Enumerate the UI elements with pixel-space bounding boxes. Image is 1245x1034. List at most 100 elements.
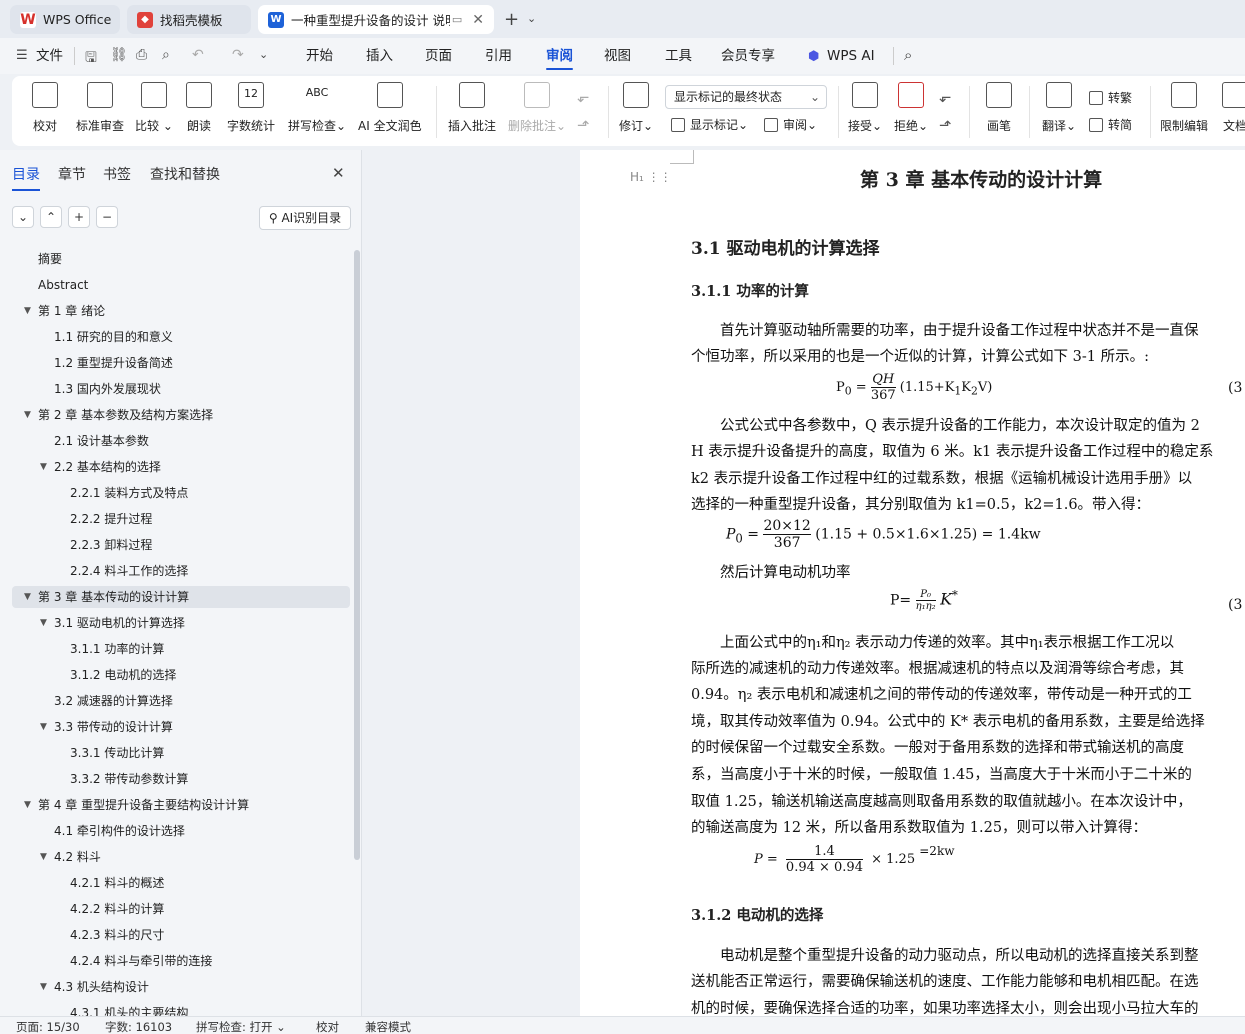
menu-insert[interactable]: 插入	[366, 38, 393, 74]
toc-item[interactable]: 4.2.4 料斗与牵引带的连接	[0, 950, 350, 972]
menu-start[interactable]: 开始	[306, 38, 333, 74]
menu-member[interactable]: 会员专享	[721, 38, 775, 74]
link-icon[interactable]: ⛓	[110, 47, 128, 63]
menu-reference[interactable]: 引用	[485, 38, 512, 74]
undo-icon[interactable]: ↶	[192, 47, 204, 63]
page-indicator[interactable]: 页面: 15/30	[16, 1019, 80, 1034]
document-page[interactable]: H₁ ⋮⋮ 第 3 章 基本传动的设计计算 3.1 驱动电机的计算选择 3.1.…	[580, 150, 1245, 1016]
tab-document[interactable]: W 一种重型提升设备的设计 说明 ▭ ✕	[258, 5, 494, 34]
toc-item[interactable]: ▼ 3.1 驱动电机的计算选择	[0, 612, 350, 634]
toc-item[interactable]: ▼ 3.3 带传动的设计计算	[0, 716, 350, 738]
toc-item[interactable]: ▼ 第 3 章 基本传动的设计计算	[12, 586, 350, 608]
expand-arrow-icon[interactable]: ▼	[24, 404, 34, 426]
remove-icon[interactable]: −	[96, 206, 118, 228]
accept-button[interactable]: 接受⌄	[848, 82, 882, 134]
save-icon[interactable]: 🖫	[85, 47, 97, 71]
standard-review-button[interactable]: 标准审查	[76, 82, 124, 134]
toc-item[interactable]: 2.2.3 卸料过程	[0, 534, 350, 556]
menu-tools[interactable]: 工具	[665, 38, 692, 74]
toc-item[interactable]: 1.3 国内外发展现状	[0, 378, 350, 400]
expand-arrow-icon[interactable]: ▼	[40, 716, 50, 738]
toc-item[interactable]: 4.2.3 料斗的尺寸	[0, 924, 350, 946]
toc-item[interactable]: ▼ 第 1 章 绪论	[0, 300, 350, 322]
scrollbar[interactable]	[354, 250, 360, 860]
expand-arrow-icon[interactable]: ▼	[40, 612, 50, 634]
proofread-status[interactable]: 校对	[316, 1019, 339, 1034]
spell-check-status[interactable]: 拼写检查: 打开 ⌄	[196, 1019, 286, 1034]
new-tab-icon[interactable]: +	[504, 9, 519, 30]
to-simplified-button[interactable]: 转简	[1089, 116, 1132, 133]
tab-template[interactable]: ◆ 找稻壳模板	[127, 5, 251, 34]
prev-comment-icon[interactable]: ⬐	[577, 88, 590, 106]
toc-item[interactable]: 摘要	[0, 248, 350, 270]
next-comment-icon[interactable]: ⬏	[577, 116, 590, 134]
ai-polish-button[interactable]: AI 全文润色	[358, 82, 422, 134]
toc-item[interactable]: ▼ 第 2 章 基本参数及结构方案选择	[0, 404, 350, 426]
word-count-button[interactable]: 12 字数统计	[227, 82, 275, 134]
expand-arrow-icon[interactable]: ▼	[24, 300, 34, 322]
menu-view[interactable]: 视图	[604, 38, 631, 74]
prev-change-icon[interactable]: ⬐	[939, 88, 952, 106]
expand-arrow-icon[interactable]: ▼	[40, 976, 50, 998]
tab-toc[interactable]: 目录	[12, 164, 40, 191]
collapse-down-icon[interactable]: ⌄	[12, 206, 34, 228]
hamburger-icon[interactable]: ☰	[16, 48, 28, 63]
review-pane-button[interactable]: 审阅 ⌄	[764, 116, 817, 133]
toc-item[interactable]: 2.2.2 提升过程	[0, 508, 350, 530]
toc-item[interactable]: 1.2 重型提升设备简述	[0, 352, 350, 374]
toc-item[interactable]: ▼ 2.2 基本结构的选择	[0, 456, 350, 478]
toc-item[interactable]: 4.2.1 料斗的概述	[0, 872, 350, 894]
delete-comment-button[interactable]: 删除批注⌄	[508, 82, 566, 134]
pen-button[interactable]: 画笔	[986, 82, 1012, 134]
show-markup-button[interactable]: 显示标记 ⌄	[671, 116, 748, 133]
chevron-down-icon[interactable]: ⌄	[527, 12, 536, 25]
collapse-up-icon[interactable]: ⌃	[40, 206, 62, 228]
toc-item[interactable]: 2.2.1 装料方式及特点	[0, 482, 350, 504]
toc-item[interactable]: ▼ 4.3 机头结构设计	[0, 976, 350, 998]
redo-icon[interactable]: ↷	[232, 47, 244, 63]
add-icon[interactable]: +	[68, 206, 90, 228]
markup-select[interactable]: 显示标记的最终状态 ⌄	[665, 85, 827, 109]
close-icon[interactable]: ✕	[332, 164, 345, 182]
toc-item[interactable]: ▼ 第 4 章 重型提升设备主要结构设计计算	[0, 794, 350, 816]
toc-item[interactable]: 4.1 牵引构件的设计选择	[0, 820, 350, 842]
toc-item[interactable]: 3.3.1 传动比计算	[0, 742, 350, 764]
spell-check-button[interactable]: ABC 拼写检查⌄	[288, 82, 346, 134]
menu-page[interactable]: 页面	[425, 38, 452, 74]
print-icon[interactable]: ⎙	[136, 47, 147, 63]
toc-item[interactable]: ▼ 4.2 料斗	[0, 846, 350, 868]
document-button[interactable]: 文档	[1222, 82, 1245, 134]
expand-arrow-icon[interactable]: ▼	[24, 586, 34, 608]
expand-arrow-icon[interactable]: ▼	[24, 794, 34, 816]
toc-item[interactable]: 3.3.2 带传动参数计算	[0, 768, 350, 790]
expand-arrow-icon[interactable]: ▼	[40, 456, 50, 478]
toc-item[interactable]: 3.1.2 电动机的选择	[0, 664, 350, 686]
word-count-indicator[interactable]: 字数: 16103	[105, 1019, 172, 1034]
close-icon[interactable]: ✕	[472, 12, 484, 28]
toc-item[interactable]: 3.1.1 功率的计算	[0, 638, 350, 660]
compare-button[interactable]: 比较 ⌄	[135, 82, 173, 134]
read-aloud-button[interactable]: 朗读	[186, 82, 212, 134]
tab-bookmarks[interactable]: 书签	[103, 164, 131, 184]
toc-item[interactable]: 4.2.2 料斗的计算	[0, 898, 350, 920]
to-traditional-button[interactable]: 转繁	[1089, 89, 1132, 106]
tab-wps-office[interactable]: W WPS Office	[10, 5, 120, 34]
ai-toc-button[interactable]: ⚲ AI识别目录	[259, 206, 351, 230]
insert-comment-button[interactable]: 插入批注	[448, 82, 496, 134]
tab-find-replace[interactable]: 查找和替换	[150, 164, 220, 184]
search-icon[interactable]: ⌕	[904, 46, 912, 64]
reject-button[interactable]: 拒绝⌄	[894, 82, 928, 134]
toc-item[interactable]: 2.1 设计基本参数	[0, 430, 350, 452]
toc-item[interactable]: 1.1 研究的目的和意义	[0, 326, 350, 348]
monitor-icon[interactable]: ▭	[452, 13, 462, 26]
print-preview-icon[interactable]: ⌕	[162, 47, 170, 63]
chevron-down-icon[interactable]: ⌄	[259, 48, 268, 61]
restrict-edit-button[interactable]: 限制编辑	[1160, 82, 1208, 134]
proofread-button[interactable]: 校对	[32, 82, 58, 134]
menu-review[interactable]: 审阅	[546, 38, 573, 74]
heading-marker-icon[interactable]: H₁ ⋮⋮	[630, 170, 672, 184]
toc-item[interactable]: Abstract	[0, 274, 350, 296]
revise-button[interactable]: 修订⌄	[619, 82, 653, 134]
next-change-icon[interactable]: ⬏	[939, 116, 952, 134]
menu-wps-ai[interactable]: WPS AI	[827, 38, 875, 74]
